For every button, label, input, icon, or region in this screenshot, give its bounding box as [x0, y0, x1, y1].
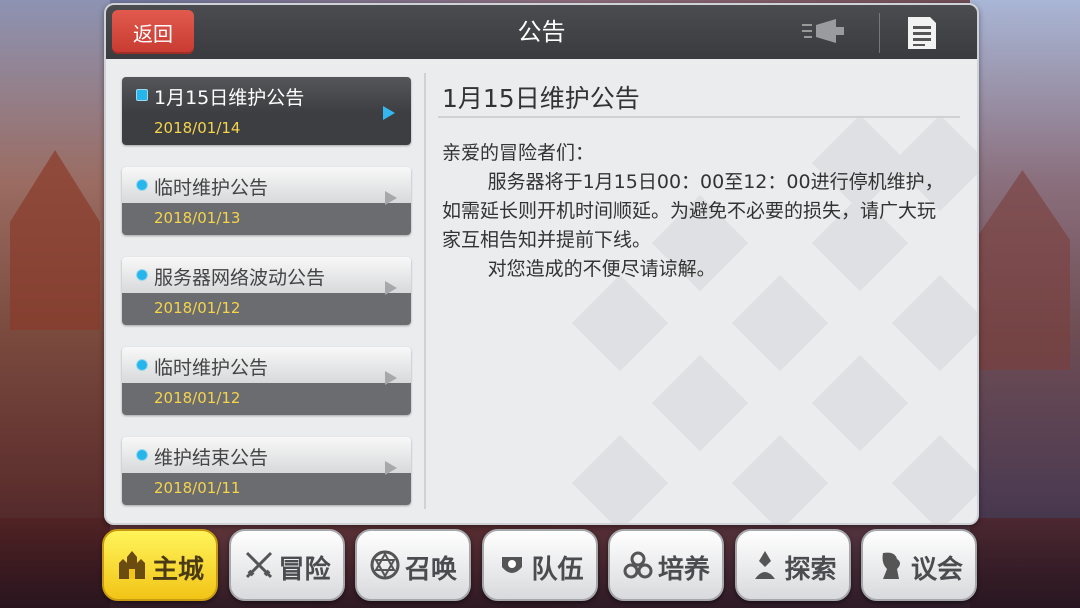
castle-icon [119, 551, 145, 579]
pattern-diamond [891, 434, 977, 523]
bottom-navigation: 主城 冒险 召唤 队伍 培养 探索 议会 [102, 529, 982, 603]
explore-icon [754, 551, 775, 579]
nav-button[interactable]: 培养 [608, 529, 724, 601]
article-greeting: 亲爱的冒险者们： [442, 142, 595, 164]
nav-button[interactable]: 议会 [861, 529, 977, 601]
article-title-rule [438, 116, 960, 118]
list-content-divider [424, 73, 426, 509]
pattern-diamond [731, 434, 829, 523]
summon-circle-icon [370, 550, 400, 580]
crossed-swords-icon [245, 551, 272, 579]
announcement-item[interactable]: 临时维护公告 2018/01/12 [122, 347, 411, 415]
nav-label: 队伍 [531, 555, 584, 585]
pattern-diamond [651, 354, 749, 452]
nav-button[interactable]: 冒险 [228, 529, 345, 601]
nav-button[interactable]: 探索 [734, 529, 851, 601]
bullet-icon [136, 89, 148, 101]
article-paragraph: 对您造成的不便尽请谅解。 [487, 258, 716, 280]
nav-label: 冒险 [278, 555, 331, 585]
arrow-right-icon [385, 371, 397, 385]
bullet-icon [136, 449, 148, 461]
pattern-diamond [731, 274, 829, 372]
arrow-right-icon [383, 106, 395, 120]
council-icon [882, 552, 900, 579]
header-divider [879, 13, 880, 53]
nav-label: 召唤 [405, 555, 458, 585]
bullet-icon [136, 179, 148, 191]
announcement-title: 临时维护公告 [154, 177, 269, 199]
pattern-diamond [891, 274, 977, 372]
megaphone-icon[interactable] [800, 17, 848, 47]
announcement-date: 2018/01/12 [154, 299, 241, 317]
nav-label: 议会 [911, 555, 964, 585]
announcement-panel: 公告 返回 1月15日维护公告 2018/01/14 临时维护公告 2018/01/1… [104, 3, 979, 525]
nav-button[interactable]: 召唤 [355, 529, 471, 601]
announcement-date: 2018/01/11 [154, 479, 241, 497]
bullet-icon [136, 359, 148, 371]
pattern-diamond [571, 274, 669, 372]
pattern-diamond [571, 434, 669, 523]
announcement-date: 2018/01/14 [154, 119, 241, 137]
background-left-scenery [0, 0, 110, 608]
announcement-title: 服务器网络波动公告 [154, 267, 326, 289]
announcement-title: 临时维护公告 [154, 357, 269, 379]
announcement-title: 1月15日维护公告 [154, 87, 305, 109]
arrow-right-icon [385, 461, 397, 475]
document-list-icon[interactable] [904, 15, 940, 51]
announcement-item[interactable]: 1月15日维护公告 2018/01/14 [122, 77, 411, 145]
back-button[interactable]: 返回 [112, 10, 194, 54]
bullet-icon [136, 269, 148, 281]
nav-button[interactable]: 主城 [102, 529, 218, 601]
article-body: 亲爱的冒险者们： 服务器将于1月15日00：00至12：00进行停机维护，如需延… [442, 139, 954, 284]
article-paragraph: 服务器将于1月15日00：00至12：00进行停机维护，如需延长则开机时间顺延。… [442, 171, 944, 251]
nav-label: 主城 [152, 555, 205, 585]
nav-button[interactable]: 队伍 [481, 529, 598, 601]
announcement-item[interactable]: 维护结束公告 2018/01/11 [122, 437, 411, 505]
team-icon [501, 557, 522, 573]
arrow-right-icon [385, 281, 397, 295]
panel-header: 公告 返回 [106, 5, 977, 59]
cultivate-icon [623, 551, 653, 579]
pattern-diamond [811, 354, 909, 452]
announcement-title: 维护结束公告 [154, 447, 269, 469]
announcement-date: 2018/01/12 [154, 389, 241, 407]
announcement-date: 2018/01/13 [154, 209, 241, 227]
nav-label: 探索 [784, 555, 837, 585]
article-title: 1月15日维护公告 [442, 84, 640, 113]
nav-label: 培养 [658, 555, 711, 585]
announcement-item[interactable]: 临时维护公告 2018/01/13 [122, 167, 411, 235]
background-right-scenery [970, 0, 1080, 608]
announcement-item[interactable]: 服务器网络波动公告 2018/01/12 [122, 257, 411, 325]
arrow-right-icon [385, 191, 397, 205]
